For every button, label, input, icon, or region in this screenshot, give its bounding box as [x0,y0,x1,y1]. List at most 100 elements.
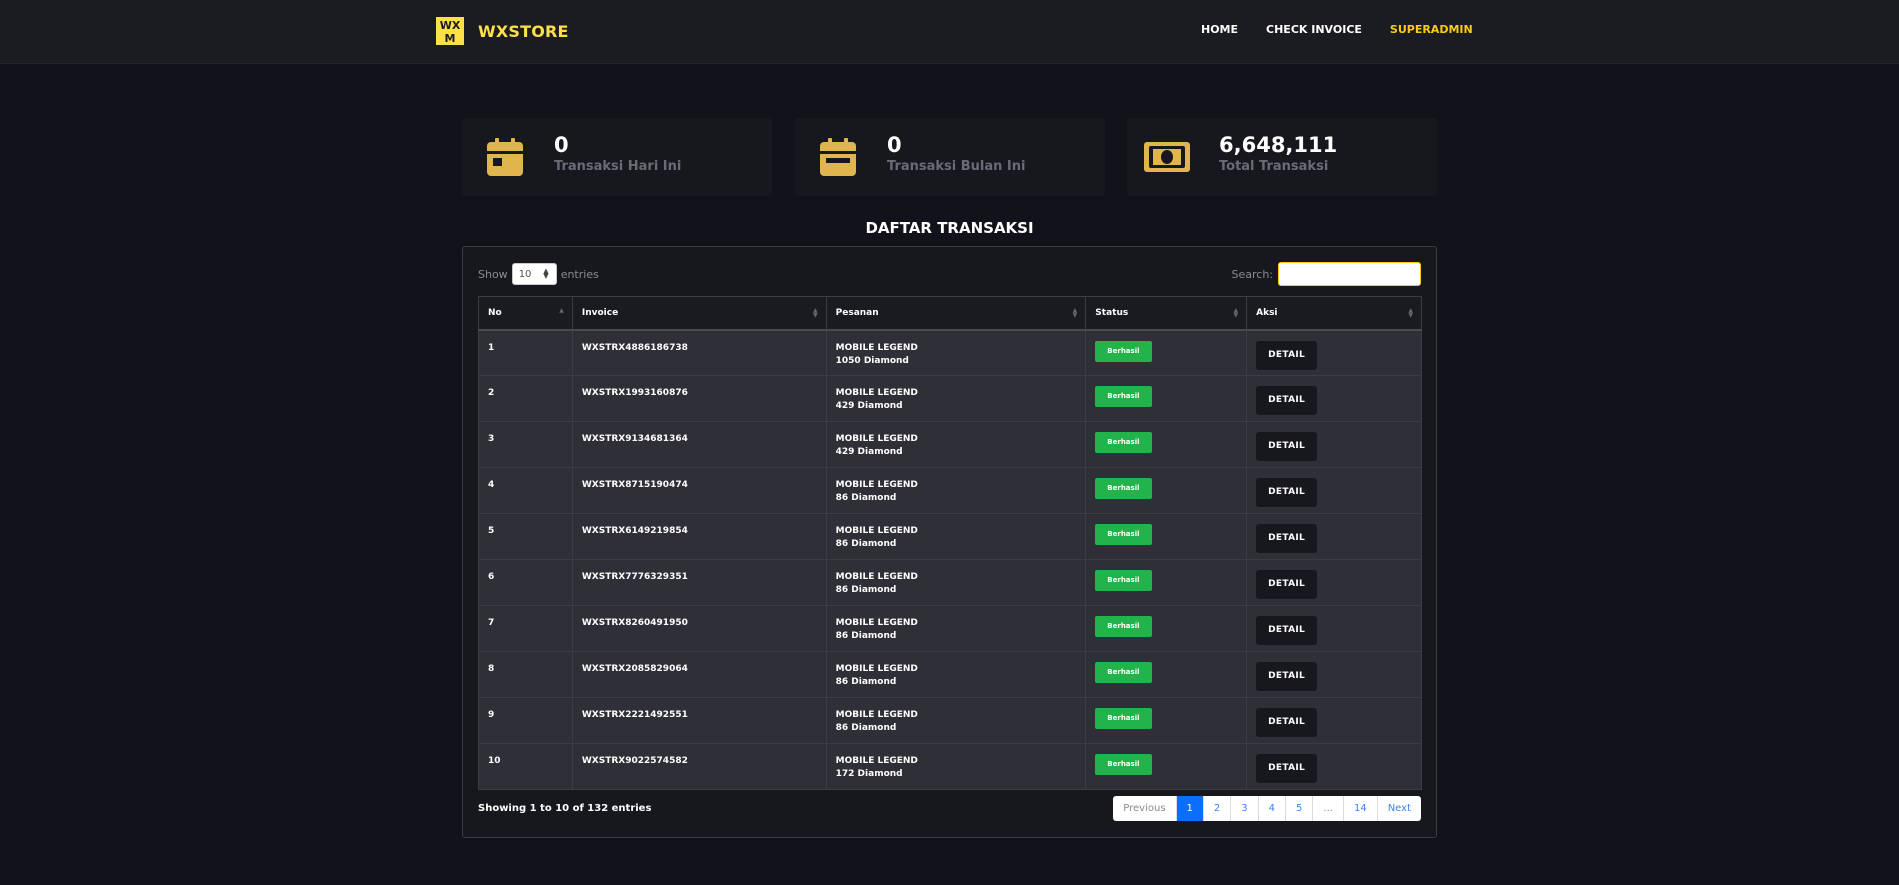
cell-aksi: DETAIL [1246,559,1422,606]
detail-button[interactable]: DETAIL [1256,478,1318,507]
navbar: WX M WXSTORE HOME CHECK INVOICE SUPERADM… [0,0,1899,64]
cell-no: 3 [478,421,573,468]
nav-links: HOME CHECK INVOICE SUPERADMIN [1201,23,1473,36]
cell-invoice: WXSTRX9134681364 [571,421,827,468]
status-badge: Berhasil [1095,754,1152,775]
status-badge: Berhasil [1095,524,1152,545]
cell-no: 4 [478,467,573,514]
section-title: DAFTAR TRANSAKSI [865,219,1034,237]
cell-invoice: WXSTRX2085829064 [571,651,827,698]
table-body: 1 WXSTRX4886186738 MOBILE LEGEND 1050 Dia… [478,329,1422,790]
status-badge: Berhasil [1095,340,1152,362]
table-row: 3 WXSTRX9134681364 MOBILE LEGEND 429 Diam… [478,421,1422,468]
brand[interactable]: WX M WXSTORE [436,16,569,46]
select-arrows-icon: ▲ ▼ [543,267,549,280]
calendar-month-icon [820,138,856,176]
cell-aksi: DETAIL [1246,605,1422,652]
pesanan-item: 86 Diamond [835,585,897,595]
cell-status: Berhasil [1085,375,1248,422]
page-5-button[interactable]: 5 [1285,796,1312,821]
entries-select[interactable]: 10 ▲ ▼ [511,263,557,285]
pesanan-item: 429 Diamond [835,447,903,457]
svg-text:WX: WX [440,19,461,32]
cell-status: Berhasil [1085,743,1248,790]
cell-pesanan: MOBILE LEGEND 1050 Diamond [825,329,1087,376]
cell-status: Berhasil [1085,513,1248,560]
cell-invoice: WXSTRX4886186738 [571,329,827,376]
cell-no: 5 [478,513,573,560]
cell-aksi: DETAIL [1246,697,1422,744]
cell-invoice: WXSTRX1993160876 [571,375,827,422]
nav-check-invoice[interactable]: CHECK INVOICE [1266,23,1362,36]
detail-button[interactable]: DETAIL [1256,340,1318,370]
stat-label: Transaksi Hari Ini [554,159,682,174]
nav-home[interactable]: HOME [1201,23,1238,36]
cell-invoice: WXSTRX2221492551 [571,697,827,744]
detail-button[interactable]: DETAIL [1256,616,1318,645]
header-pesanan[interactable]: Pesanan ▲ ▼ [825,296,1087,331]
brand-logo-icon: WX M [436,17,464,45]
pesanan-game: MOBILE LEGEND [835,664,918,674]
svg-text:M: M [445,32,456,45]
detail-button[interactable]: DETAIL [1256,432,1318,461]
detail-button[interactable]: DETAIL [1256,386,1318,415]
sort-asc-icon: ▲ [559,307,564,314]
cell-no: 9 [478,697,573,744]
table-row: 2 WXSTRX1993160876 MOBILE LEGEND 429 Diam… [478,375,1422,422]
nav-superadmin[interactable]: SUPERADMIN [1390,23,1473,36]
page-4-button[interactable]: 4 [1257,796,1285,821]
header-no[interactable]: No ▲ [478,296,573,331]
table-info: Showing 1 to 10 of 132 entries [478,803,652,814]
cell-aksi: DETAIL [1246,743,1422,790]
pesanan-game: MOBILE LEGEND [835,480,918,490]
cell-pesanan: MOBILE LEGEND 86 Diamond [825,651,1087,698]
cell-pesanan: MOBILE LEGEND 86 Diamond [825,605,1087,652]
search-control: Search: [1232,262,1421,286]
header-label: No [488,307,502,318]
detail-button[interactable]: DETAIL [1256,570,1318,599]
sort-icon: ▲ ▼ [1408,307,1413,319]
table-header-row: No ▲ Invoice ▲ ▼ Pesanan ▲ ▼ Status ▲ ▼ Aksi ▲ ▼ [478,296,1422,331]
header-label: Invoice [581,307,619,318]
cell-pesanan: MOBILE LEGEND 429 Diamond [825,375,1087,422]
cell-no: 10 [478,743,573,790]
page-1-button[interactable]: 1 [1175,796,1203,821]
table-row: 10 WXSTRX9022574582 MOBILE LEGEND 172 Dia… [478,743,1422,790]
table-row: 6 WXSTRX7776329351 MOBILE LEGEND 86 Diamo… [478,559,1422,606]
pesanan-game: MOBILE LEGEND [835,434,918,444]
page-3-button[interactable]: 3 [1230,796,1257,821]
detail-button[interactable]: DETAIL [1256,662,1318,691]
cell-invoice: WXSTRX9022574582 [571,743,827,790]
detail-button[interactable]: DETAIL [1256,708,1318,737]
cell-status: Berhasil [1085,421,1248,468]
cell-status: Berhasil [1085,467,1248,514]
header-invoice[interactable]: Invoice ▲ ▼ [571,296,827,331]
transactions-panel: Show 10 ▲ ▼ entries Search: No ▲ Invoice ▲ ▼… [462,246,1437,838]
table-row: 1 WXSTRX4886186738 MOBILE LEGEND 1050 Dia… [478,329,1422,376]
stat-label: Total Transaksi [1219,159,1329,174]
search-input[interactable] [1278,262,1421,286]
cell-pesanan: MOBILE LEGEND 429 Diamond [825,421,1087,468]
page-next-button[interactable]: Next [1376,796,1421,821]
cell-invoice: WXSTRX8715190474 [571,467,827,514]
table-row: 4 WXSTRX8715190474 MOBILE LEGEND 86 Diamo… [478,467,1422,514]
page-2-button[interactable]: 2 [1202,796,1230,821]
detail-button[interactable]: DETAIL [1256,754,1318,783]
show-label: Show [478,267,508,281]
cell-pesanan: MOBILE LEGEND 86 Diamond [825,467,1087,514]
stat-value: 0 [554,133,569,157]
header-aksi[interactable]: Aksi ▲ ▼ [1246,296,1422,331]
detail-button[interactable]: DETAIL [1256,524,1318,553]
cell-status: Berhasil [1085,697,1248,744]
pesanan-item: 1050 Diamond [835,355,909,366]
page-previous-button[interactable]: Previous [1113,796,1175,821]
cell-aksi: DETAIL [1246,329,1422,376]
cell-invoice: WXSTRX8260491950 [571,605,827,652]
cell-pesanan: MOBILE LEGEND 86 Diamond [825,513,1087,560]
sort-icon: ▲ ▼ [1072,307,1078,319]
pesanan-game: MOBILE LEGEND [835,526,918,536]
pesanan-game: MOBILE LEGEND [835,342,918,353]
money-bill-icon [1144,142,1190,172]
header-status[interactable]: Status ▲ ▼ [1085,296,1248,331]
page-14-button[interactable]: 14 [1342,796,1377,821]
